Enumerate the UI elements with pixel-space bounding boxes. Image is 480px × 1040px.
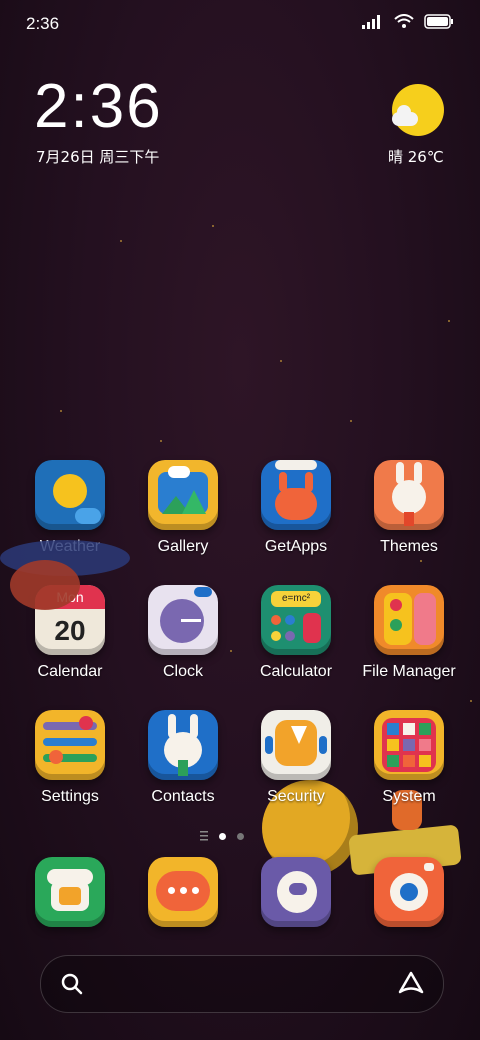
app-label: File Manager bbox=[362, 663, 456, 680]
app-file-manager[interactable]: File Manager bbox=[354, 585, 464, 681]
app-label: Settings bbox=[41, 788, 99, 805]
clock-icon bbox=[148, 585, 218, 655]
app-label: Calendar bbox=[37, 663, 103, 680]
decorative-planet bbox=[0, 530, 130, 610]
weather-icon bbox=[35, 460, 105, 530]
calculator-formula: e=mc² bbox=[271, 591, 321, 607]
wifi-icon bbox=[394, 14, 414, 28]
app-clock[interactable]: Clock bbox=[128, 585, 238, 681]
app-settings[interactable]: Settings bbox=[15, 710, 125, 806]
security-icon bbox=[261, 710, 331, 780]
page-dot[interactable] bbox=[237, 833, 244, 840]
calculator-icon: e=mc² bbox=[261, 585, 331, 655]
clock-widget-date: 7月26日 周三下午 bbox=[36, 148, 160, 166]
status-icons bbox=[362, 14, 454, 29]
page-indicator[interactable] bbox=[200, 830, 280, 842]
app-label: Calculator bbox=[259, 663, 333, 680]
app-label: Themes bbox=[380, 538, 438, 555]
browser-icon bbox=[261, 857, 331, 927]
app-themes[interactable]: Themes bbox=[354, 460, 464, 556]
cloud-shape bbox=[392, 105, 418, 126]
status-time: 2:36 bbox=[26, 14, 60, 33]
messages-icon bbox=[148, 857, 218, 927]
app-label: Clock bbox=[162, 663, 203, 680]
app-gallery[interactable]: Gallery bbox=[128, 460, 238, 556]
clock-widget-time[interactable]: 2:36 bbox=[34, 76, 163, 138]
system-icon bbox=[374, 710, 444, 780]
dock-camera[interactable] bbox=[354, 857, 464, 927]
home-list-icon bbox=[200, 831, 208, 841]
app-label: GetApps bbox=[264, 538, 328, 555]
app-label: Security bbox=[267, 788, 325, 805]
dock-browser[interactable] bbox=[241, 857, 351, 927]
app-calculator[interactable]: e=mc² Calculator bbox=[241, 585, 351, 681]
getapps-icon bbox=[261, 460, 331, 530]
dock-messages[interactable] bbox=[128, 857, 238, 927]
app-label: System bbox=[382, 788, 436, 805]
app-contacts[interactable]: Contacts bbox=[128, 710, 238, 806]
search-bar[interactable] bbox=[40, 955, 444, 1013]
phone-icon bbox=[35, 857, 105, 927]
battery-icon bbox=[424, 14, 453, 29]
search-icon[interactable] bbox=[61, 973, 83, 995]
app-system[interactable]: System bbox=[354, 710, 464, 806]
gallery-icon bbox=[148, 460, 218, 530]
file-manager-icon bbox=[374, 585, 444, 655]
app-getapps[interactable]: GetApps bbox=[241, 460, 351, 556]
contacts-icon bbox=[148, 710, 218, 780]
page-dot-active[interactable] bbox=[219, 833, 226, 840]
calendar-day: 20 bbox=[54, 615, 86, 646]
app-label: Contacts bbox=[151, 788, 215, 805]
camera-icon bbox=[374, 857, 444, 927]
signal-icon bbox=[362, 14, 380, 29]
app-security[interactable]: Security bbox=[241, 710, 351, 806]
themes-icon bbox=[374, 460, 444, 530]
status-bar: 2:36 bbox=[0, 0, 480, 50]
dock-phone[interactable] bbox=[15, 857, 125, 927]
weather-text: 晴 26℃ bbox=[388, 148, 444, 166]
settings-icon bbox=[35, 710, 105, 780]
app-label: Gallery bbox=[157, 538, 209, 555]
assistant-icon[interactable] bbox=[397, 970, 425, 996]
